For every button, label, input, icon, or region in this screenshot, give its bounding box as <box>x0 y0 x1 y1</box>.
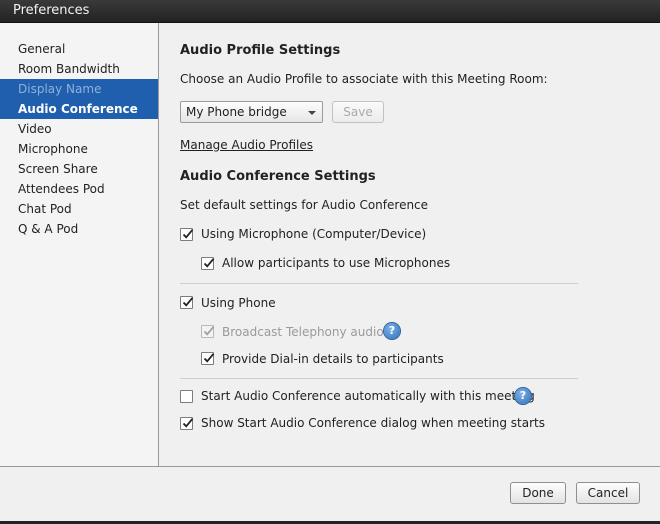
checkmark-icon <box>182 229 194 239</box>
sidebar-item-chat-pod[interactable]: Chat Pod <box>0 199 158 219</box>
checkmark-icon <box>203 353 215 363</box>
help-icon[interactable]: ? <box>515 388 531 404</box>
sidebar-item-qa-pod[interactable]: Q & A Pod <box>0 219 158 239</box>
start-automatically-checkbox[interactable] <box>180 390 193 403</box>
dialog-footer: Done Cancel <box>0 466 660 522</box>
checkmark-icon <box>182 297 194 307</box>
sidebar-item-microphone[interactable]: Microphone <box>0 139 158 159</box>
audio-profile-value: My Phone bridge <box>186 105 287 119</box>
divider <box>180 283 578 284</box>
show-start-dialog-checkbox[interactable] <box>180 417 194 430</box>
using-microphone-label: Using Microphone (Computer/Device) <box>201 227 427 241</box>
manage-audio-profiles-link[interactable]: Manage Audio Profiles <box>180 138 313 152</box>
save-button[interactable]: Save <box>332 101 384 123</box>
broadcast-telephony-checkbox[interactable] <box>201 325 215 338</box>
window-title: Preferences <box>13 3 90 18</box>
sidebar-item-screen-share[interactable]: Screen Share <box>0 159 158 179</box>
cancel-button[interactable]: Cancel <box>576 482 640 504</box>
allow-microphones-checkbox[interactable] <box>201 257 215 270</box>
using-phone-checkbox[interactable] <box>180 296 194 309</box>
title-bar[interactable]: Preferences <box>0 0 660 23</box>
audio-conference-panel: Audio Profile Settings Choose an Audio P… <box>159 23 660 466</box>
audio-profile-select[interactable]: My Phone bridge <box>180 101 323 123</box>
provide-dialin-checkbox[interactable] <box>201 352 215 365</box>
checkmark-icon <box>203 326 215 336</box>
checkmark-icon <box>203 258 215 268</box>
allow-microphones-label: Allow participants to use Microphones <box>222 256 451 270</box>
sidebar-item-room-bandwidth[interactable]: Room Bandwidth <box>0 59 158 79</box>
help-icon[interactable]: ? <box>384 323 400 339</box>
audio-conference-heading: Audio Conference Settings <box>180 169 376 184</box>
conference-description: Set default settings for Audio Conferenc… <box>180 198 429 212</box>
sidebar-item-display-name[interactable]: Display Name <box>0 79 158 99</box>
audio-profile-heading: Audio Profile Settings <box>180 43 341 58</box>
sidebar-item-general[interactable]: General <box>0 39 158 59</box>
provide-dialin-label: Provide Dial-in details to participants <box>222 352 444 366</box>
sidebar: General Room Bandwidth Display Name Audi… <box>0 23 159 466</box>
profile-prompt: Choose an Audio Profile to associate wit… <box>180 72 548 86</box>
checkmark-icon <box>182 418 194 428</box>
using-phone-label: Using Phone <box>201 296 276 310</box>
divider <box>180 378 578 379</box>
sidebar-item-attendees-pod[interactable]: Attendees Pod <box>0 179 158 199</box>
preferences-window: Preferences General Room Bandwidth Displ… <box>0 0 660 524</box>
show-start-dialog-label: Show Start Audio Conference dialog when … <box>201 416 545 430</box>
start-automatically-label: Start Audio Conference automatically wit… <box>201 389 535 403</box>
sidebar-list: General Room Bandwidth Display Name Audi… <box>0 39 158 239</box>
sidebar-item-audio-conference[interactable]: Audio Conference <box>0 99 158 119</box>
chevron-down-icon <box>308 111 316 115</box>
sidebar-item-video[interactable]: Video <box>0 119 158 139</box>
broadcast-telephony-label: Broadcast Telephony audio <box>222 325 384 339</box>
done-button[interactable]: Done <box>510 482 566 504</box>
using-microphone-checkbox[interactable] <box>180 228 194 241</box>
